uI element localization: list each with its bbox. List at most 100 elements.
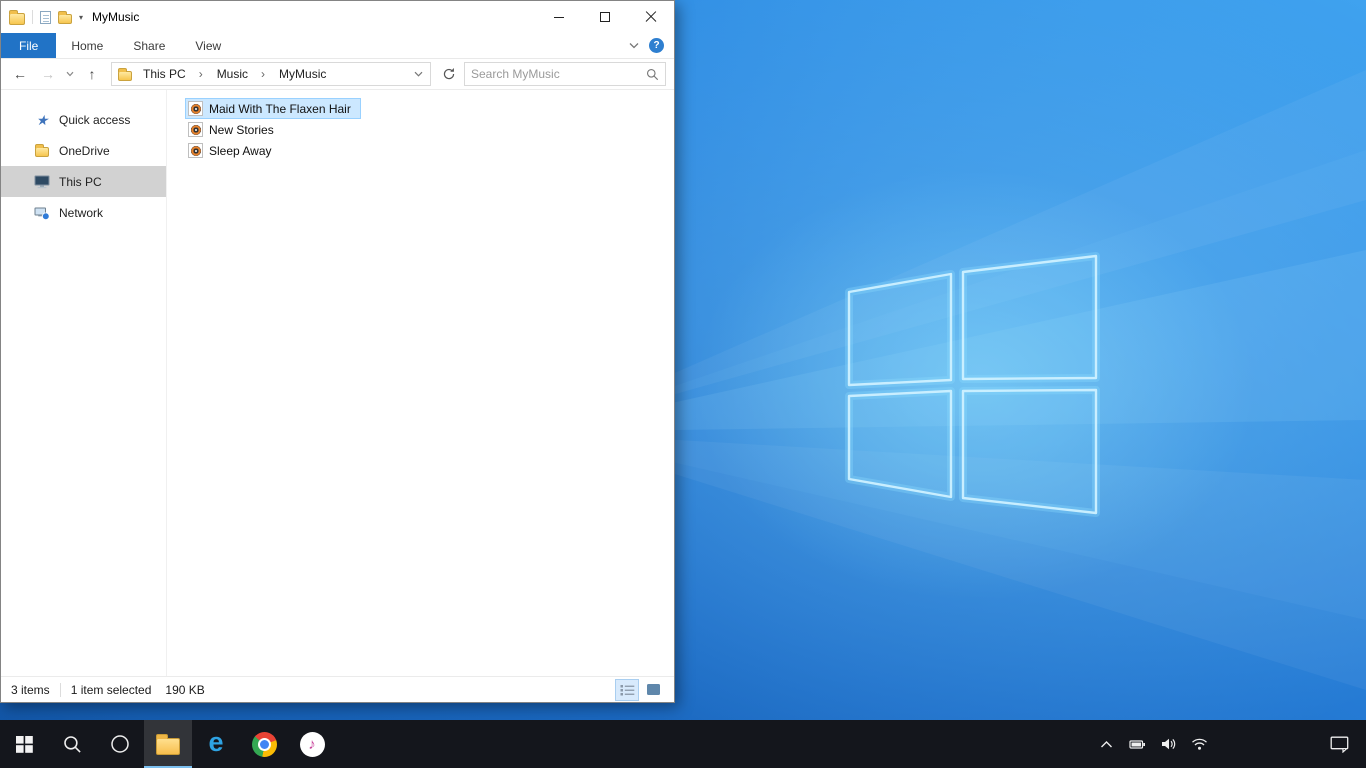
chevron-up-icon	[1100, 740, 1112, 747]
tab-file[interactable]: File	[1, 33, 57, 58]
new-folder-icon[interactable]	[58, 10, 72, 24]
taskbar-chrome-button[interactable]	[240, 720, 288, 768]
close-icon	[645, 11, 657, 23]
search-box[interactable]	[464, 62, 666, 86]
location-folder-icon	[118, 67, 132, 81]
cortana-circle-icon	[111, 735, 129, 753]
maximize-button[interactable]	[582, 1, 628, 33]
start-button[interactable]	[0, 720, 48, 768]
file-row-maid-with-the-flaxen-hair[interactable]: Maid With The Flaxen Hair	[185, 98, 361, 119]
maximize-icon	[600, 12, 610, 22]
explorer-window: ▾ MyMusic File Home Share View ? ← → ↑ T…	[0, 0, 675, 703]
taskbar-search-button[interactable]	[48, 720, 96, 768]
view-switcher	[615, 678, 664, 701]
volume-button[interactable]	[1157, 720, 1179, 768]
file-name: Sleep Away	[209, 143, 272, 158]
system-tray	[1095, 720, 1210, 768]
chevron-down-icon	[629, 43, 639, 49]
status-selection-info: 1 item selected	[70, 682, 152, 697]
status-item-count: 3 items	[11, 682, 50, 697]
thumbnails-view-icon	[646, 684, 660, 695]
properties-icon[interactable]	[40, 10, 51, 24]
refresh-icon	[443, 68, 455, 80]
help-button[interactable]: ?	[649, 38, 664, 53]
action-center-button[interactable]	[1316, 720, 1362, 768]
file-list[interactable]: Maid With The Flaxen Hair New Stories Sl…	[167, 90, 674, 676]
this-pc-icon	[34, 174, 50, 190]
screen: ▾ MyMusic File Home Share View ? ← → ↑ T…	[0, 0, 1366, 768]
address-bar[interactable]: This PC Music MyMusic	[111, 62, 431, 86]
quick-access-star-icon	[34, 112, 50, 128]
minimize-icon	[554, 16, 564, 18]
quick-access-toolbar: ▾	[9, 9, 83, 25]
file-name: Maid With The Flaxen Hair	[209, 101, 351, 116]
search-icon	[63, 735, 81, 753]
breadcrumb-music[interactable]: Music	[210, 67, 272, 81]
status-separator	[59, 682, 61, 697]
taskbar-file-explorer-button[interactable]	[144, 720, 192, 768]
battery-button[interactable]	[1126, 720, 1148, 768]
sidebar-item-label: OneDrive	[59, 143, 110, 158]
wifi-icon	[1191, 738, 1207, 750]
onedrive-folder-icon	[34, 143, 50, 159]
battery-icon	[1128, 739, 1145, 749]
details-view-button[interactable]	[615, 678, 639, 701]
chevron-down-icon	[66, 71, 74, 77]
network-button[interactable]	[1188, 720, 1210, 768]
status-selection-size: 190 KB	[165, 682, 205, 697]
expand-ribbon-button[interactable]	[629, 42, 639, 49]
ribbon-tab-strip: File Home Share View ?	[1, 33, 674, 59]
up-button[interactable]: ↑	[79, 61, 105, 87]
cortana-button[interactable]	[96, 720, 144, 768]
back-button[interactable]: ←	[7, 61, 33, 87]
sidebar-item-this-pc[interactable]: This PC	[1, 166, 166, 197]
taskbar: e ♪	[0, 720, 1366, 768]
chat-bubble-icon	[1330, 736, 1348, 753]
search-icon[interactable]	[646, 68, 659, 81]
tab-home[interactable]: Home	[56, 33, 118, 58]
title-bar[interactable]: ▾ MyMusic	[1, 1, 674, 33]
taskbar-apps: e ♪	[0, 720, 336, 768]
folder-icon	[156, 733, 180, 755]
minimize-button[interactable]	[536, 1, 582, 33]
edge-e-icon: e	[208, 727, 224, 757]
separator	[32, 10, 33, 24]
chrome-icon	[251, 731, 277, 757]
recent-locations-button[interactable]	[63, 61, 77, 87]
address-dropdown-button[interactable]	[408, 63, 428, 85]
navigation-pane: Quick access OneDrive This PC	[1, 90, 167, 676]
sidebar-item-quick-access[interactable]: Quick access	[1, 104, 166, 135]
forward-button[interactable]: →	[35, 61, 61, 87]
details-view-icon	[620, 684, 634, 695]
window-title: MyMusic	[92, 10, 140, 24]
navigation-bar: ← → ↑ This PC Music MyMusic	[1, 59, 674, 90]
windows-logo-icon	[15, 735, 33, 753]
taskbar-edge-button[interactable]: e	[192, 720, 240, 768]
caption-buttons	[536, 1, 674, 33]
file-name: New Stories	[209, 122, 274, 137]
chevron-down-icon	[414, 71, 422, 77]
hidden-icons-button[interactable]	[1095, 720, 1117, 768]
sidebar-item-label: Network	[59, 205, 104, 220]
tab-view[interactable]: View	[180, 33, 236, 58]
file-row-sleep-away[interactable]: Sleep Away	[185, 140, 282, 161]
audio-file-icon	[188, 143, 203, 158]
sidebar-item-network[interactable]: Network	[1, 197, 166, 228]
customize-quick-access-icon[interactable]: ▾	[79, 12, 83, 22]
breadcrumb-mymusic[interactable]: MyMusic	[272, 67, 333, 81]
refresh-button[interactable]	[436, 61, 462, 87]
breadcrumb-this-pc[interactable]: This PC	[136, 67, 210, 81]
explorer-window-icon[interactable]	[9, 9, 25, 25]
close-button[interactable]	[628, 1, 674, 33]
audio-file-icon	[188, 101, 203, 116]
large-thumbnails-view-button[interactable]	[642, 680, 664, 700]
sidebar-item-onedrive[interactable]: OneDrive	[1, 135, 166, 166]
music-note-icon: ♪	[299, 731, 325, 757]
sidebar-item-label: This PC	[59, 174, 102, 189]
sidebar-item-label: Quick access	[59, 112, 131, 127]
search-input[interactable]	[471, 67, 646, 81]
taskbar-itunes-button[interactable]: ♪	[288, 720, 336, 768]
file-row-new-stories[interactable]: New Stories	[185, 119, 284, 140]
tab-share[interactable]: Share	[118, 33, 180, 58]
network-icon	[34, 205, 50, 221]
